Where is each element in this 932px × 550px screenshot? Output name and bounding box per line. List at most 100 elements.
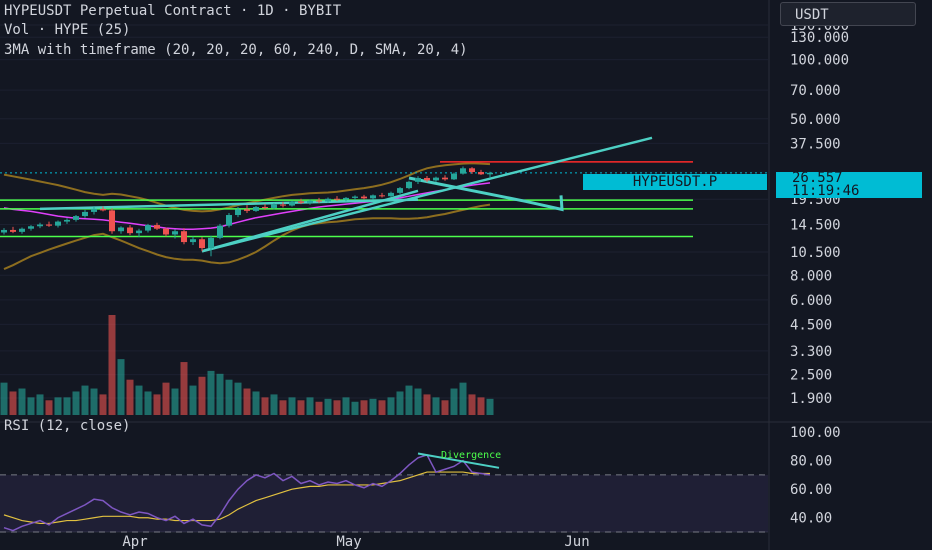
volume-bar [27, 397, 35, 415]
price-tick-label: 50.000 [790, 112, 841, 128]
volume-bar [351, 401, 359, 415]
price-tick-label: 37.500 [790, 136, 841, 152]
candle-body [172, 231, 178, 235]
volume-bar [477, 397, 485, 415]
volume-bar [468, 394, 476, 415]
volume-bar [9, 391, 17, 415]
volume-bar [288, 397, 296, 415]
price-tick-label: 3.300 [790, 344, 832, 360]
candle-body [55, 221, 61, 226]
volume-bar [405, 385, 413, 415]
candle-body [226, 215, 232, 226]
candle-body [235, 209, 241, 216]
candle-body [487, 172, 493, 175]
volume-bar [198, 376, 206, 415]
volume-bar [396, 391, 404, 415]
candle-body [325, 198, 331, 202]
volume-bar [486, 398, 494, 415]
candle-body [73, 216, 79, 220]
candle-body [478, 172, 484, 175]
last-price-tag: 26.557 11:19:46 [776, 171, 922, 198]
candle-body [307, 200, 313, 203]
candle-body [91, 208, 97, 212]
candle-body [442, 177, 448, 180]
candle-body [28, 226, 34, 229]
candle-body [82, 211, 88, 217]
candle-body [199, 239, 205, 249]
volume-bar [432, 397, 440, 415]
volume-bar [117, 359, 125, 415]
volume-bar [216, 373, 224, 415]
volume-bar [369, 398, 377, 415]
candle-body [343, 197, 349, 200]
volume-bar [180, 362, 188, 415]
candle-body [163, 228, 169, 235]
volume-bar [207, 370, 215, 415]
volume-bar [153, 394, 161, 415]
indicator-legend[interactable]: 3MA with timeframe (20, 20, 20, 60, 240,… [4, 42, 468, 58]
price-tick-label: 2.500 [790, 368, 832, 384]
time-tick-label: May [336, 534, 361, 550]
candle-body [118, 227, 124, 232]
rsi-tick-label: 60.00 [790, 482, 832, 498]
chart-canvas[interactable]: Divergence 150.000130.000100.00070.00050… [0, 0, 932, 550]
candle-body [469, 168, 475, 173]
volume-bar [441, 400, 449, 415]
candle-body [397, 188, 403, 193]
candle-body [127, 227, 133, 234]
volume-bar [63, 397, 71, 415]
candle-body [433, 177, 439, 181]
candle-body [181, 231, 187, 243]
candle-body [334, 198, 340, 200]
candle-body [406, 181, 412, 189]
candle-body [388, 192, 394, 197]
candle-body [136, 230, 142, 234]
volume-bar [54, 397, 62, 415]
volume-bar [171, 388, 179, 415]
volume-bar [0, 382, 8, 415]
volume-bar [414, 388, 422, 415]
volume-bar [135, 385, 143, 415]
volume-bar [261, 397, 269, 415]
volume-legend[interactable]: Vol · HYPE (25) [4, 22, 130, 38]
volume-bar [342, 397, 350, 415]
volume-bar [234, 382, 242, 415]
candle-body [379, 195, 385, 197]
volume-bar [108, 315, 116, 415]
volume-bar [126, 379, 134, 415]
candle-body [37, 224, 43, 227]
volume-bar [189, 385, 197, 415]
volume-bar [378, 400, 386, 415]
time-tick-label: Apr [122, 534, 147, 550]
volume-bar [306, 397, 314, 415]
volume-bar [324, 398, 332, 415]
ticker-tag: HYPEUSDT.P [583, 174, 767, 190]
candle-body [370, 195, 376, 199]
candle-body [190, 239, 196, 243]
volume-bar [252, 391, 260, 415]
volume-bar [36, 394, 44, 415]
volume-bar [18, 388, 26, 415]
price-tick-label: 100.000 [790, 53, 849, 69]
rsi-legend[interactable]: RSI (12, close) [4, 418, 130, 434]
candle-body [262, 206, 268, 208]
volume-bar [72, 391, 80, 415]
candle-body [298, 201, 304, 203]
price-tick-label: 6.000 [790, 293, 832, 309]
candle-body [289, 201, 295, 206]
candle-body [100, 208, 106, 211]
rsi-tick-label: 80.00 [790, 454, 832, 470]
symbol-title[interactable]: HYPEUSDT Perpetual Contract · 1D · BYBIT [4, 3, 341, 19]
candle-body [271, 204, 277, 208]
candle-body [1, 229, 7, 233]
volume-bar [387, 397, 395, 415]
currency-selector[interactable]: USDT [780, 2, 916, 26]
candle-body [64, 219, 70, 222]
volume-bar [360, 400, 368, 415]
candle-body [460, 168, 466, 174]
price-tick-label: 10.500 [790, 245, 841, 261]
candle-body [415, 177, 421, 182]
candle-body [253, 206, 259, 211]
volume-bar [243, 388, 251, 415]
volume-bar [297, 400, 305, 415]
